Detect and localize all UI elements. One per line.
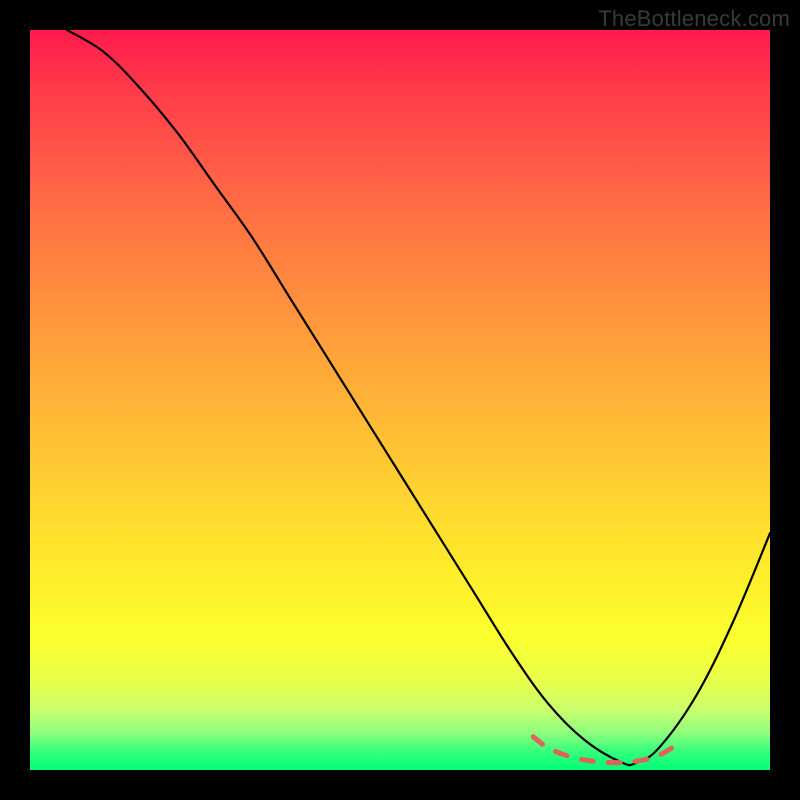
chart-svg [30,30,770,770]
optimal-band-marker [533,737,681,763]
bottleneck-curve [67,30,770,765]
watermark-label: TheBottleneck.com [598,6,790,32]
plot-area [30,30,770,770]
chart-frame: TheBottleneck.com [0,0,800,800]
